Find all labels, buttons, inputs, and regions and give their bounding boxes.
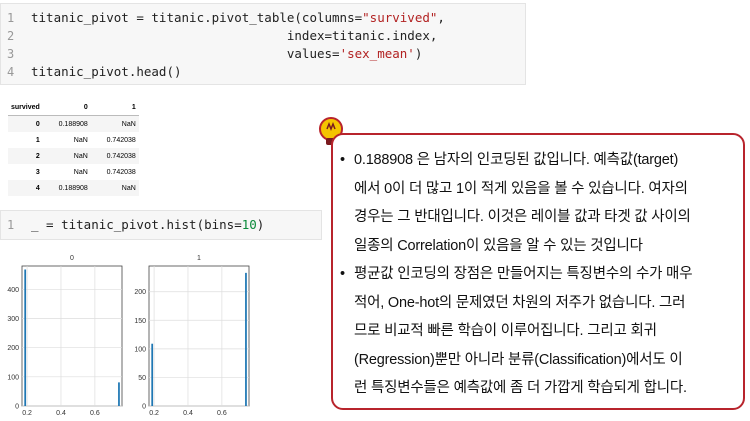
callout-line: 적어, One-hot의 문제였던 차원의 저주가 없습니다. 그러 (354, 294, 686, 311)
table-cell: NaN (42, 148, 91, 164)
table-header-row: survived 0 1 (8, 99, 139, 116)
column-header: 1 (90, 99, 139, 116)
chart-title: 0 (70, 255, 74, 262)
table-cell: NaN (73, 136, 88, 144)
y-tick-label: 0 (15, 404, 19, 411)
callout-bullet: • 0.188908 은 남자의 인코딩된 값입니다. 예측값(target) … (340, 146, 738, 260)
callout-line: 일종의 Correlation이 있음을 알 수 있는 것입니다 (354, 237, 643, 254)
plot-frame (148, 265, 250, 407)
x-tick-label: 0.4 (183, 410, 193, 416)
code-text: titanic_pivot = titanic.pivot_table(colu… (31, 10, 363, 25)
code-number: 10 (241, 217, 257, 232)
table-cell: 0.742038 (90, 148, 139, 164)
y-tick-label: 100 (134, 346, 146, 353)
code-cell-pivot[interactable]: 1 2 3 4 titanic_pivot = titanic.pivot_ta… (0, 3, 526, 85)
code-text: ) (414, 46, 423, 61)
line-number-gutter: 1 2 3 4 (1, 4, 23, 84)
histogram-output: 0 100 200 300 400 0.2 0.4 0.6 0 0 50 100 150 200 0.2 0.… (7, 255, 250, 416)
code-line[interactable]: index=titanic.index, (31, 28, 438, 43)
histogram-bar (24, 269, 27, 406)
code-string: 'sex_mean' (339, 46, 415, 61)
row-index: 4 (8, 180, 43, 196)
callout-line: 런 특징변수들은 예측값에 좀 더 가깝게 학습되게 합니다. (354, 380, 687, 396)
code-text: values= (31, 46, 340, 61)
code-line[interactable]: titanic_pivot = titanic.pivot_table(colu… (31, 10, 445, 25)
y-tick-label: 200 (7, 345, 19, 352)
code-line[interactable]: _ = titanic_pivot.hist(bins=10) (31, 217, 264, 232)
line-number-gutter: 1 (1, 211, 23, 239)
row-index: 0 (8, 115, 43, 132)
row-index: 1 (35, 136, 40, 144)
table-row: 0 0.188908 NaN (8, 115, 139, 132)
histogram-bar (118, 382, 120, 406)
callout-bullet: • 평균값 인코딩의 장점은 만들어지는 특징변수의 수가 매우 적어, One… (340, 260, 738, 403)
line-number: 1 (7, 218, 15, 232)
code-text: index=titanic.index, (31, 28, 438, 43)
code-line[interactable]: titanic_pivot.head() (31, 64, 182, 79)
table-row: 3 NaN 0.742038 (8, 164, 139, 180)
table-row: 4 0.188908 NaN (8, 180, 139, 196)
code-text: ) (256, 217, 265, 232)
y-tick-label: 50 (138, 375, 146, 382)
callout-list: • 0.188908 은 남자의 인코딩된 값입니다. 예측값(target) … (340, 146, 738, 403)
explanation-callout: • 0.188908 은 남자의 인코딩된 값입니다. 예측값(target) … (331, 133, 745, 410)
callout-line: 므로 비교적 빠른 학습이 이루어집니다. 그리고 회귀 (354, 323, 657, 339)
table-cell: NaN (90, 115, 139, 132)
line-number: 4 (7, 65, 15, 79)
code-text: _ = titanic_pivot.hist(bins= (31, 217, 242, 232)
histogram-bar (151, 343, 154, 406)
chart-title: 1 (197, 255, 201, 262)
callout-line: 경우는 그 반대입니다. 이것은 레이블 값과 타겟 값 사이의 (354, 209, 691, 225)
table-cell: NaN (90, 180, 139, 196)
table-cell: 0.742038 (106, 136, 136, 144)
x-tick-label: 0.6 (90, 410, 100, 416)
plot-frame (21, 265, 123, 407)
code-string: "survived" (362, 10, 438, 25)
callout-line: 에서 0이 더 많고 1이 적게 있음을 볼 수 있습니다. 여자의 (354, 180, 688, 197)
table-cell: NaN (73, 168, 88, 176)
columns-label: survived (8, 99, 43, 116)
y-tick-label: 400 (7, 287, 19, 294)
x-tick-label: 0.4 (56, 410, 66, 416)
row-index: 3 (35, 168, 40, 176)
y-tick-label: 150 (134, 318, 146, 325)
y-tick-label: 0 (142, 404, 146, 411)
code-cell-hist[interactable]: 1 _ = titanic_pivot.hist(bins=10) (0, 210, 322, 240)
column-header: 0 (42, 99, 91, 116)
bullet-marker: • (340, 152, 345, 168)
x-tick-label: 0.2 (149, 410, 159, 416)
callout-line: (Regression)뿐만 아니라 분류(Classification)에서도… (354, 351, 683, 368)
code-text: titanic_pivot.head() (31, 64, 182, 79)
y-tick-label: 300 (7, 316, 19, 323)
dataframe-output: survived 0 1 0 0.188908 NaN 1 NaN 0.7420… (8, 99, 139, 196)
callout-line: 0.188908 은 남자의 인코딩된 값입니다. 예측값(target) (354, 152, 679, 168)
table-row: 1 NaN 0.742038 (8, 132, 139, 148)
code-line[interactable]: values='sex_mean') (31, 46, 423, 61)
bullet-marker: • (340, 266, 345, 282)
line-number: 1 (7, 11, 15, 25)
code-text: , (437, 10, 445, 25)
table-cell: 0.188908 (42, 180, 91, 196)
table-cell: 0.188908 (42, 115, 91, 132)
histogram-bar (245, 272, 247, 406)
line-number: 2 (7, 29, 15, 43)
x-tick-label: 0.2 (22, 410, 32, 416)
table-cell: 0.742038 (106, 168, 136, 176)
line-number: 3 (7, 47, 15, 61)
table-row: 2 NaN 0.742038 (8, 148, 139, 164)
y-tick-label: 100 (7, 374, 19, 381)
row-index: 2 (8, 148, 43, 164)
x-tick-label: 0.6 (217, 410, 227, 416)
callout-line: 평균값 인코딩의 장점은 만들어지는 특징변수의 수가 매우 (354, 266, 693, 282)
y-tick-label: 200 (134, 289, 146, 296)
